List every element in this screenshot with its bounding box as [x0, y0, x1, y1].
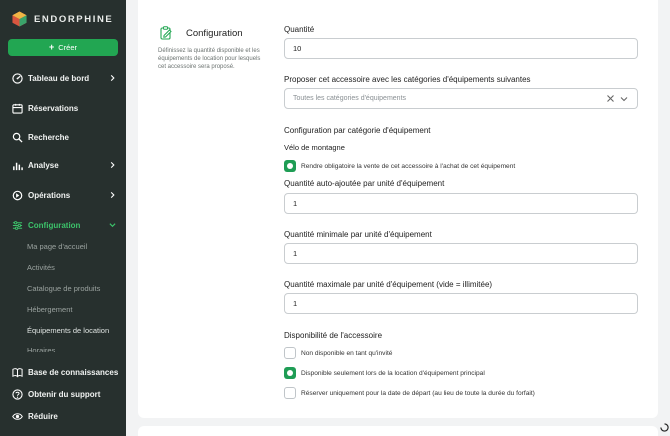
checkbox-checked-icon[interactable] — [284, 160, 296, 172]
sidebar-subitem-rental-equipment[interactable]: Équipements de location — [27, 326, 109, 335]
dashboard-icon — [12, 72, 23, 84]
help-icon — [12, 388, 23, 400]
section-title: Configuration — [186, 28, 243, 39]
sidebar-item-label: Tableau de bord — [28, 73, 90, 83]
next-card — [138, 426, 658, 436]
chevron-down-icon[interactable] — [620, 95, 628, 103]
plus-icon: + — [48, 42, 55, 52]
loading-spinner-icon — [660, 423, 669, 432]
chevron-right-icon — [110, 161, 115, 169]
configuration-card: Configuration Définissez la quantité dis… — [138, 0, 658, 418]
sidebar-item-label: Analyse — [28, 160, 59, 170]
quantity-input[interactable]: 10 — [284, 38, 638, 59]
chevron-right-icon — [110, 74, 115, 82]
sidebar-item-dashboard[interactable]: Tableau de bord — [12, 71, 120, 85]
max-quantity-value: 1 — [293, 299, 298, 308]
brand-name: ENDORPHINE — [34, 13, 114, 25]
checkbox-unchecked-icon[interactable] — [284, 347, 296, 359]
sliders-icon — [12, 220, 23, 230]
checkbox-unchecked-icon[interactable] — [284, 387, 296, 399]
book-icon — [12, 367, 23, 378]
sidebar-item-label: Réservations — [28, 103, 79, 113]
sidebar-item-label: Obtenir du support — [28, 389, 101, 399]
sidebar-subitem-accommodation[interactable]: Hébergement — [27, 305, 72, 314]
sidebar-subitem-product-catalog[interactable]: Catalogue de produits — [27, 284, 100, 293]
checkbox-checked-icon[interactable] — [284, 367, 296, 379]
sidebar-subitem-activities[interactable]: Activités — [27, 263, 55, 272]
bar-chart-icon — [13, 162, 23, 170]
auto-quantity-input[interactable]: 1 — [284, 193, 638, 214]
availability-option-guest[interactable]: Non disponible en tant qu'invité — [284, 347, 392, 359]
min-quantity-label: Quantité minimale par unité d'équipement — [284, 230, 432, 239]
availability-option-main-rental[interactable]: Disponible seulement lors de la location… — [284, 367, 485, 379]
chevron-right-icon — [110, 191, 115, 199]
chevron-down-icon — [109, 223, 116, 228]
section-description: Définissez la quantité disponible et les… — [158, 48, 261, 70]
sidebar-item-knowledge-base[interactable]: Base de connaissances — [12, 365, 120, 379]
availability-heading: Disponibilité de l'accessoire — [284, 331, 383, 340]
endorphine-logo-icon — [12, 11, 27, 27]
sidebar-subitem-schedules[interactable]: Horaires — [27, 346, 55, 352]
eye-icon — [12, 412, 23, 420]
calendar-icon — [12, 103, 23, 114]
sidebar-subitem-homepage[interactable]: Ma page d'accueil — [27, 242, 87, 251]
main-content: Configuration Définissez la quantité dis… — [126, 0, 670, 436]
availability-option-departure-date[interactable]: Réserver uniquement pour la date de dépa… — [284, 387, 535, 399]
clipboard-edit-icon — [160, 26, 172, 40]
min-quantity-value: 1 — [293, 249, 298, 258]
brand[interactable]: ENDORPHINE — [12, 11, 113, 27]
sidebar-item-label: Réduire — [28, 411, 58, 421]
sidebar-item-label: Opérations — [28, 190, 71, 200]
sidebar-item-analysis[interactable]: Analyse — [12, 158, 120, 172]
quantity-label: Quantité — [284, 25, 315, 34]
sidebar-item-operations[interactable]: Opérations — [12, 188, 120, 202]
create-button-label: Créer — [58, 43, 78, 52]
sidebar-item-label: Base de connaissances — [28, 367, 119, 377]
sidebar-item-label: Recherche — [28, 132, 69, 142]
sidebar-item-configuration[interactable]: Configuration — [12, 218, 120, 232]
availability-option-label: Réserver uniquement pour la date de dépa… — [301, 389, 535, 397]
create-button[interactable]: + Créer — [8, 39, 118, 56]
sidebar: ENDORPHINE + Créer Tableau de bord Réser… — [0, 0, 126, 436]
category-name: Vélo de montagne — [284, 143, 345, 152]
quantity-value: 10 — [293, 44, 302, 53]
auto-quantity-label: Quantité auto-ajoutée par unité d'équipe… — [284, 179, 445, 188]
sidebar-item-collapse[interactable]: Réduire — [12, 409, 120, 423]
max-quantity-input[interactable]: 1 — [284, 293, 638, 314]
operations-icon — [12, 190, 23, 200]
search-icon — [12, 132, 23, 143]
availability-option-label: Non disponible en tant qu'invité — [301, 349, 393, 357]
auto-quantity-value: 1 — [293, 199, 298, 208]
mandatory-checkbox[interactable]: Rendre obligatoire la vente de cet acces… — [284, 160, 515, 172]
clear-icon[interactable] — [606, 94, 615, 103]
max-quantity-label: Quantité maximale par unité d'équipement… — [284, 280, 493, 289]
categories-label: Proposer cet accessoire avec les catégor… — [284, 75, 531, 84]
availability-option-label: Disponible seulement lors de la location… — [301, 369, 485, 377]
categories-placeholder: Toutes les catégories d'équipements — [293, 95, 407, 102]
sidebar-item-reservations[interactable]: Réservations — [12, 101, 120, 115]
mandatory-label: Rendre obligatoire la vente de cet acces… — [301, 162, 516, 170]
categories-select[interactable]: Toutes les catégories d'équipements — [284, 88, 638, 109]
sidebar-item-support[interactable]: Obtenir du support — [12, 387, 120, 401]
per-category-heading: Configuration par catégorie d'équipement — [284, 126, 431, 135]
min-quantity-input[interactable]: 1 — [284, 243, 638, 264]
sidebar-item-search[interactable]: Recherche — [12, 130, 120, 144]
sidebar-item-label: Configuration — [28, 220, 81, 230]
